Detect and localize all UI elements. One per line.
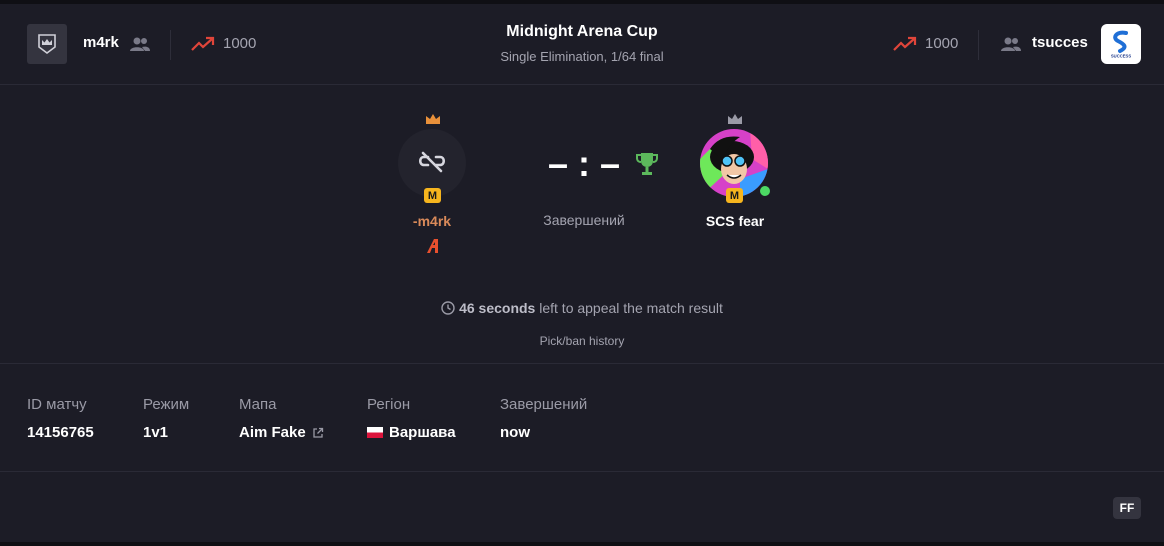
region-value: Варшава <box>367 424 456 441</box>
player-left-name[interactable]: -m4rk <box>352 213 512 229</box>
online-status-dot <box>758 184 772 198</box>
appeal-countdown: 46 seconds left to appeal the match resu… <box>0 300 1164 316</box>
divider <box>0 471 1164 472</box>
tournament-stage: Single Elimination, 1/64 final <box>500 49 664 64</box>
finished-label: Завершений <box>500 396 588 413</box>
region-text: Варшава <box>389 424 456 441</box>
player-left-level-badge: M <box>424 188 441 203</box>
player-right-name[interactable]: SCS fear <box>655 213 815 229</box>
score-separator: : <box>578 143 601 184</box>
divider <box>978 30 979 60</box>
mode-label: Режим <box>143 396 190 413</box>
clock-icon <box>441 301 455 315</box>
mode-text: 1v1 <box>143 424 169 441</box>
region-label: Регіон <box>367 396 411 413</box>
mode-value: 1v1 <box>143 424 168 441</box>
match-id-label: ID матчу <box>27 396 87 413</box>
team-right-logo[interactable]: SUCCESS <box>1101 24 1141 64</box>
external-link-icon[interactable] <box>312 427 324 439</box>
appeal-text: left to appeal the match result <box>535 300 723 316</box>
score-right: – <box>600 143 631 184</box>
elo-trend-icon <box>893 36 917 51</box>
team-right-elo: 1000 <box>925 35 959 52</box>
map-text[interactable]: Aim Fake <box>239 424 306 441</box>
team-right-name[interactable]: tsucces <box>1032 34 1088 51</box>
match-header: m4rk 1000 Midnight Arena Cup Single Elim… <box>0 4 1164 85</box>
match-status: Завершений <box>543 212 625 228</box>
score-left: – <box>548 143 579 184</box>
appeal-seconds: 46 seconds <box>459 300 536 316</box>
match-card: m4rk 1000 Midnight Arena Cup Single Elim… <box>0 4 1164 542</box>
crown-icon <box>728 114 742 124</box>
trophy-icon <box>636 153 658 175</box>
player-right-level-badge: M <box>726 188 743 203</box>
map-label: Мапа <box>239 396 277 413</box>
finished-value: now <box>500 424 530 441</box>
divider <box>0 363 1164 364</box>
match-id-value: 14156765 <box>27 424 94 441</box>
pickban-history-link[interactable]: Pick/ban history <box>0 334 1164 348</box>
map-link[interactable]: Aim Fake <box>239 424 324 441</box>
tournament-title[interactable]: Midnight Arena Cup <box>0 23 1164 41</box>
people-icon <box>1001 37 1021 51</box>
success-logo: SUCCESS <box>1111 30 1131 59</box>
platform-a-icon <box>427 239 438 253</box>
finished-text: now <box>500 424 530 441</box>
crown-icon <box>426 114 440 124</box>
ff-badge[interactable]: FF <box>1113 497 1141 519</box>
match-score: –:– <box>548 144 630 184</box>
poland-flag-icon <box>367 427 383 438</box>
svg-text:SUCCESS: SUCCESS <box>1111 54 1131 59</box>
match-id-text: 14156765 <box>27 424 94 441</box>
broken-link-icon <box>418 151 446 173</box>
player-left-avatar[interactable] <box>398 129 466 197</box>
